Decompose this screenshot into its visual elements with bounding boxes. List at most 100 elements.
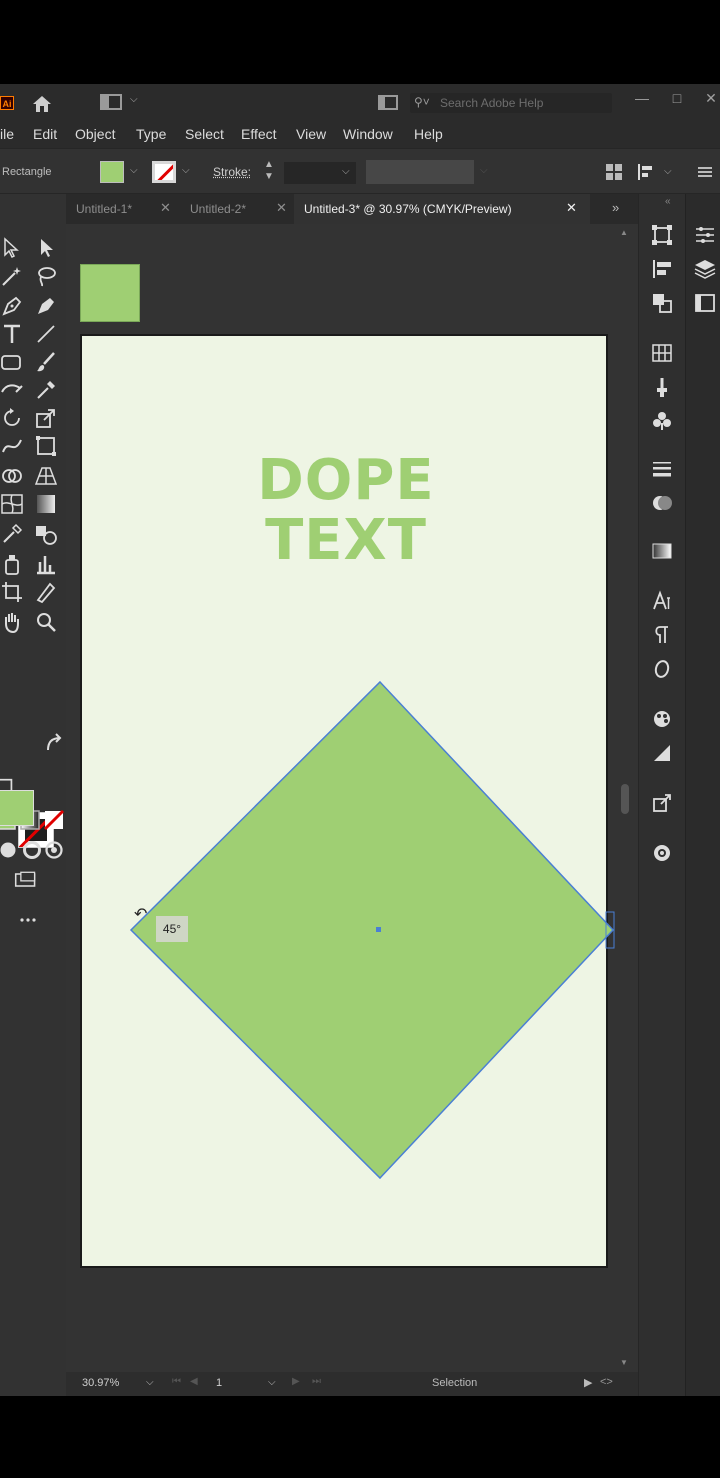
tab-untitled-3[interactable]: Untitled-3* @ 30.97% (CMYK/Preview) ✕ <box>294 194 590 224</box>
paragraph-panel-icon[interactable] <box>651 624 673 646</box>
zoom-level[interactable]: 30.97% <box>82 1377 119 1389</box>
chevron-down-icon[interactable]: ⌵ <box>130 94 138 105</box>
close-icon[interactable]: ✕ <box>566 200 577 216</box>
transparency-panel-icon[interactable] <box>651 492 673 514</box>
scale-tool-icon[interactable] <box>34 406 58 430</box>
eyedropper-tool-icon[interactable] <box>34 378 58 402</box>
chevron-down-icon[interactable]: ⌵ <box>664 166 672 177</box>
first-artboard-icon[interactable]: ⏮ <box>172 1376 181 1387</box>
scroll-up-icon[interactable]: ▲ <box>620 228 628 237</box>
layers-panel-icon[interactable] <box>694 258 716 280</box>
chevron-down-icon[interactable]: ⌵ <box>130 165 138 176</box>
draw-behind-icon[interactable] <box>20 838 41 859</box>
chevron-down-icon[interactable]: ⌵ <box>342 166 350 177</box>
swatches-panel-icon[interactable] <box>651 342 673 364</box>
gradient-panel-icon[interactable] <box>651 540 673 562</box>
none-mode-icon[interactable] <box>42 808 65 831</box>
arrange-documents-icon[interactable] <box>378 95 398 110</box>
artboard-tool-icon[interactable] <box>0 580 24 604</box>
opentype-panel-icon[interactable] <box>651 658 673 680</box>
panel-menu-icon[interactable] <box>696 163 714 181</box>
slice-tool-icon[interactable] <box>34 580 58 604</box>
artboard-number[interactable]: 1 <box>216 1377 222 1389</box>
magic-wand-tool-icon[interactable] <box>0 264 24 288</box>
transform-panel-icon[interactable] <box>651 224 673 246</box>
column-graph-tool-icon[interactable] <box>34 552 58 576</box>
shaper-tool-icon[interactable] <box>0 378 24 402</box>
hand-tool-icon[interactable] <box>0 610 24 634</box>
menu-help[interactable]: Help <box>414 126 443 142</box>
type-tool-icon[interactable] <box>0 322 24 346</box>
workspace-switcher-icon[interactable] <box>100 94 122 110</box>
more-tools-icon[interactable] <box>16 908 40 922</box>
lasso-tool-icon[interactable] <box>34 264 58 288</box>
headline-line-2[interactable]: TEXT <box>82 508 610 573</box>
eyedropper-alt-tool-icon[interactable] <box>0 522 24 546</box>
menu-window[interactable]: Window <box>343 126 393 142</box>
horizontal-scroll-icon[interactable]: <> <box>600 1376 613 1388</box>
grid-icon[interactable] <box>605 163 623 181</box>
properties-panel-icon[interactable] <box>694 224 716 246</box>
chevron-down-icon[interactable]: ⌵ <box>146 1377 154 1388</box>
minimize-icon[interactable]: — <box>633 90 651 106</box>
stroke-weight-stepper[interactable]: ▲ ▼ <box>264 159 274 183</box>
menu-edit[interactable]: Edit <box>33 126 57 142</box>
scroll-down-icon[interactable]: ▼ <box>620 1358 628 1367</box>
rectangle-tool-icon[interactable] <box>0 350 24 374</box>
chevron-down-icon[interactable]: ⌵ <box>182 165 190 176</box>
artboard[interactable]: DOPE TEXT <box>80 334 608 1268</box>
next-artboard-icon[interactable]: ▶ <box>292 1376 300 1387</box>
appearance-panel-icon[interactable] <box>651 708 673 730</box>
warp-tool-icon[interactable] <box>0 434 24 458</box>
direct-selection-tool-icon[interactable] <box>34 236 58 260</box>
close-icon[interactable]: ✕ <box>276 200 287 216</box>
character-panel-icon[interactable] <box>651 590 673 612</box>
screen-mode-icon[interactable] <box>14 868 42 890</box>
graphic-styles-panel-icon[interactable] <box>651 742 673 764</box>
paintbrush-tool-icon[interactable] <box>34 350 58 374</box>
menu-effect[interactable]: Effect <box>241 126 277 142</box>
help-search-input[interactable]: ⚲˅ Search Adobe Help <box>410 93 612 113</box>
maximize-icon[interactable]: □ <box>668 90 686 106</box>
asset-export-panel-icon[interactable] <box>651 792 673 814</box>
stroke-panel-icon[interactable] <box>651 458 673 480</box>
image-trace-panel-icon[interactable] <box>651 842 673 864</box>
headline-line-1[interactable]: DOPE <box>82 448 610 513</box>
libraries-panel-icon[interactable] <box>694 292 716 314</box>
symbol-sprayer-tool-icon[interactable] <box>0 552 24 576</box>
tab-untitled-2[interactable]: Untitled-2* ✕ <box>180 194 294 224</box>
play-icon[interactable]: ▶ <box>584 1376 592 1389</box>
zoom-tool-icon[interactable] <box>34 610 58 634</box>
menu-file[interactable]: ile <box>0 126 14 142</box>
shape-builder-tool-icon[interactable] <box>0 464 24 488</box>
last-artboard-icon[interactable]: ⏭ <box>312 1376 321 1387</box>
menu-object[interactable]: Object <box>75 126 115 142</box>
pen-tool-icon[interactable] <box>0 294 24 318</box>
menu-select[interactable]: Select <box>185 126 224 142</box>
perspective-grid-tool-icon[interactable] <box>34 464 58 488</box>
draw-inside-icon[interactable] <box>42 838 63 859</box>
stroke-label[interactable]: Stroke: <box>213 165 251 179</box>
curvature-tool-icon[interactable] <box>34 294 58 318</box>
blend-tool-icon[interactable] <box>34 522 58 546</box>
fill-color-swatch[interactable] <box>100 161 124 183</box>
stroke-color-swatch[interactable] <box>152 161 176 183</box>
close-icon[interactable]: ✕ <box>160 200 171 216</box>
pathfinder-panel-icon[interactable] <box>651 292 673 314</box>
home-icon[interactable] <box>31 94 53 114</box>
chevron-down-icon[interactable]: ⌵ <box>268 1377 276 1388</box>
symbols-panel-icon[interactable] <box>651 410 673 432</box>
gradient-tool-icon[interactable] <box>34 492 58 516</box>
previous-artboard-icon[interactable]: ◀ <box>190 1376 198 1387</box>
align-icon[interactable] <box>637 163 655 181</box>
color-sample-square[interactable] <box>80 264 140 322</box>
free-transform-tool-icon[interactable] <box>34 434 58 458</box>
tab-untitled-1[interactable]: Untitled-1* ✕ <box>66 194 180 224</box>
menu-view[interactable]: View <box>296 126 326 142</box>
line-tool-icon[interactable] <box>34 322 58 346</box>
brushes-panel-icon[interactable] <box>651 376 673 398</box>
mesh-tool-icon[interactable] <box>0 492 24 516</box>
scrollbar-thumb[interactable] <box>621 784 629 814</box>
draw-normal-icon[interactable] <box>0 838 16 858</box>
collapse-panel-icon[interactable]: « <box>665 196 671 207</box>
